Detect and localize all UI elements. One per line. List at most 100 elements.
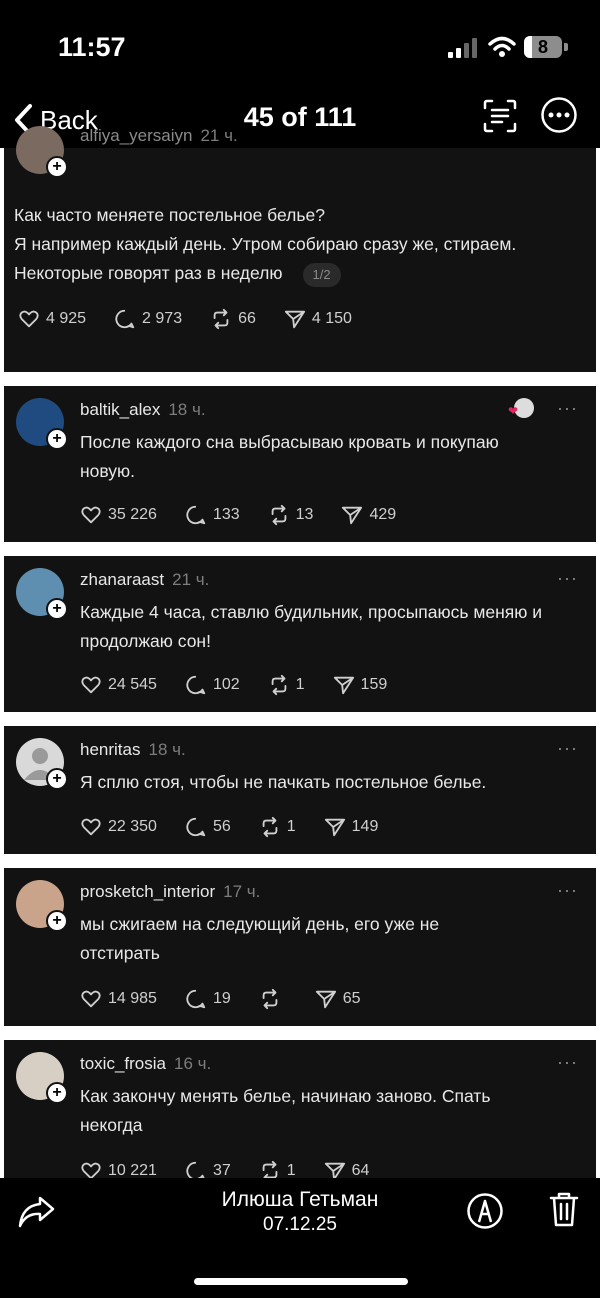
reply-button[interactable]: 56 xyxy=(185,816,231,838)
more-options-button[interactable]: ··· xyxy=(557,568,578,589)
post-time: 21 ч. xyxy=(172,570,210,589)
post-header: zhanaraast 21 ч. xyxy=(80,570,209,590)
post-text: Каждые 4 часа, ставлю будильник, просыпа… xyxy=(80,602,543,651)
send-icon xyxy=(284,310,305,329)
repost-icon xyxy=(271,674,286,696)
post-text: Я сплю стоя, чтобы не пачкать постельное… xyxy=(80,772,487,792)
comment-icon xyxy=(186,817,206,837)
heart-icon xyxy=(81,990,101,1008)
send-icon xyxy=(333,676,354,695)
more-options-button[interactable]: ··· xyxy=(557,738,578,759)
username: henritas xyxy=(80,740,141,759)
reply-card: + zhanaraast 21 ч. ··· Каждые 4 часа, ста… xyxy=(4,556,596,712)
repost-button[interactable]: 1 xyxy=(259,1160,296,1178)
comment-icon xyxy=(186,675,206,695)
more-icon[interactable] xyxy=(540,96,578,134)
reply-button[interactable]: 19 xyxy=(185,988,231,1010)
repost-button[interactable] xyxy=(259,988,287,1010)
like-button[interactable]: 24 545 xyxy=(80,674,157,696)
repost-button[interactable]: 13 xyxy=(268,504,313,526)
like-button[interactable]: 10 221 xyxy=(80,1160,157,1178)
repost-icon xyxy=(213,308,229,330)
send-button[interactable]: 64 xyxy=(324,1160,369,1178)
post-time: 18 ч. xyxy=(148,740,186,759)
send-icon xyxy=(342,506,363,525)
heart-icon xyxy=(19,310,39,328)
home-indicator[interactable] xyxy=(194,1278,408,1285)
repost-icon xyxy=(271,504,286,526)
battery-icon: 8 xyxy=(524,36,568,58)
username: alfiya_yersaiyn xyxy=(80,126,193,145)
like-button[interactable]: 4 925 xyxy=(18,308,86,330)
post-text: После каждого сна выбрасываю кровать и п… xyxy=(80,432,499,481)
send-button[interactable]: 4 150 xyxy=(284,308,352,330)
like-button[interactable]: 14 985 xyxy=(80,988,157,1010)
post-time: 17 ч. xyxy=(223,882,261,901)
post-header: henritas 18 ч. xyxy=(80,740,186,760)
post-header: toxic_frosia 16 ч. xyxy=(80,1054,211,1074)
avatar: + xyxy=(16,398,68,450)
avatar: + xyxy=(16,568,68,620)
trash-icon[interactable] xyxy=(548,1190,580,1228)
comment-icon xyxy=(186,1161,205,1178)
like-button[interactable]: 22 350 xyxy=(80,816,157,838)
post-metrics: 35 226 133 13 429 xyxy=(80,504,424,526)
send-button[interactable]: 65 xyxy=(315,988,361,1010)
avatar: + xyxy=(16,126,68,178)
send-icon xyxy=(315,990,336,1009)
reply-button[interactable]: 37 xyxy=(185,1160,231,1178)
post-metrics: 22 350 56 1 149 xyxy=(80,816,406,838)
comment-icon xyxy=(186,505,206,525)
bottom-toolbar: Илюша Гетьман 07.12.25 xyxy=(0,1178,600,1298)
post-header: prosketch_interior 17 ч. xyxy=(80,882,260,902)
repost-button[interactable]: 1 xyxy=(268,674,305,696)
repost-button[interactable]: 66 xyxy=(210,308,256,330)
liked-by-author-icon: ❤ xyxy=(508,398,534,418)
repost-icon xyxy=(262,1160,278,1178)
send-button[interactable]: 159 xyxy=(333,674,387,696)
photo-author: Илюша Гетьман xyxy=(221,1188,379,1211)
username: zhanaraast xyxy=(80,570,165,589)
post-metrics: 4 925 2 973 66 4 150 xyxy=(18,308,380,330)
post-time: 18 ч. xyxy=(168,400,206,419)
heart-icon xyxy=(81,1162,101,1178)
markup-icon[interactable] xyxy=(466,1192,504,1230)
repost-icon xyxy=(262,816,278,838)
photo-date: 07.12.25 xyxy=(263,1214,337,1235)
page-badge: 1/2 xyxy=(302,263,341,287)
reply-button[interactable]: 133 xyxy=(185,504,240,526)
avatar: + xyxy=(16,738,68,790)
more-options-button[interactable]: ··· xyxy=(557,398,578,419)
send-button[interactable]: 429 xyxy=(341,504,396,526)
status-time: 11:57 xyxy=(58,32,126,62)
text-recognition-icon[interactable] xyxy=(482,98,518,134)
repost-button[interactable]: 1 xyxy=(259,816,296,838)
repost-icon xyxy=(262,988,278,1010)
send-icon xyxy=(324,1162,345,1178)
more-options-button[interactable]: ··· xyxy=(557,1052,578,1073)
wifi-icon xyxy=(488,36,516,57)
status-bar: 11:57 8 xyxy=(0,0,600,92)
heart-icon xyxy=(81,506,101,524)
heart-icon xyxy=(81,676,101,694)
heart-icon xyxy=(81,818,101,836)
post-header: alfiya_yersaiyn 21 ч. xyxy=(80,126,238,146)
avatar: + xyxy=(16,880,68,932)
reply-card: + prosketch_interior 17 ч. ··· мы сжигаем… xyxy=(4,868,596,1026)
like-button[interactable]: 35 226 xyxy=(80,504,157,526)
post-card: + alfiya_yersaiyn 21 ч. Как часто меняете… xyxy=(4,126,596,372)
more-options-button[interactable]: ··· xyxy=(557,880,578,901)
post-text: мы сжигаем на следующий день, его уже не… xyxy=(80,914,440,963)
username: prosketch_interior xyxy=(80,882,216,901)
reply-card: + henritas 18 ч. ··· Я сплю стоя, чтобы н… xyxy=(4,726,596,854)
comment-icon xyxy=(186,989,206,1009)
comment-icon xyxy=(115,309,135,329)
reply-card: + baltik_alex 18 ч. ❤ ··· После каждого с… xyxy=(4,386,596,542)
post-metrics: 24 545 102 1 159 xyxy=(80,674,415,696)
reply-button[interactable]: 2 973 xyxy=(114,308,182,330)
send-icon xyxy=(324,818,345,837)
reply-button[interactable]: 102 xyxy=(185,674,240,696)
post-header: baltik_alex 18 ч. xyxy=(80,400,206,420)
send-button[interactable]: 149 xyxy=(324,816,378,838)
post-metrics: 10 221 37 1 64 xyxy=(80,1160,397,1178)
